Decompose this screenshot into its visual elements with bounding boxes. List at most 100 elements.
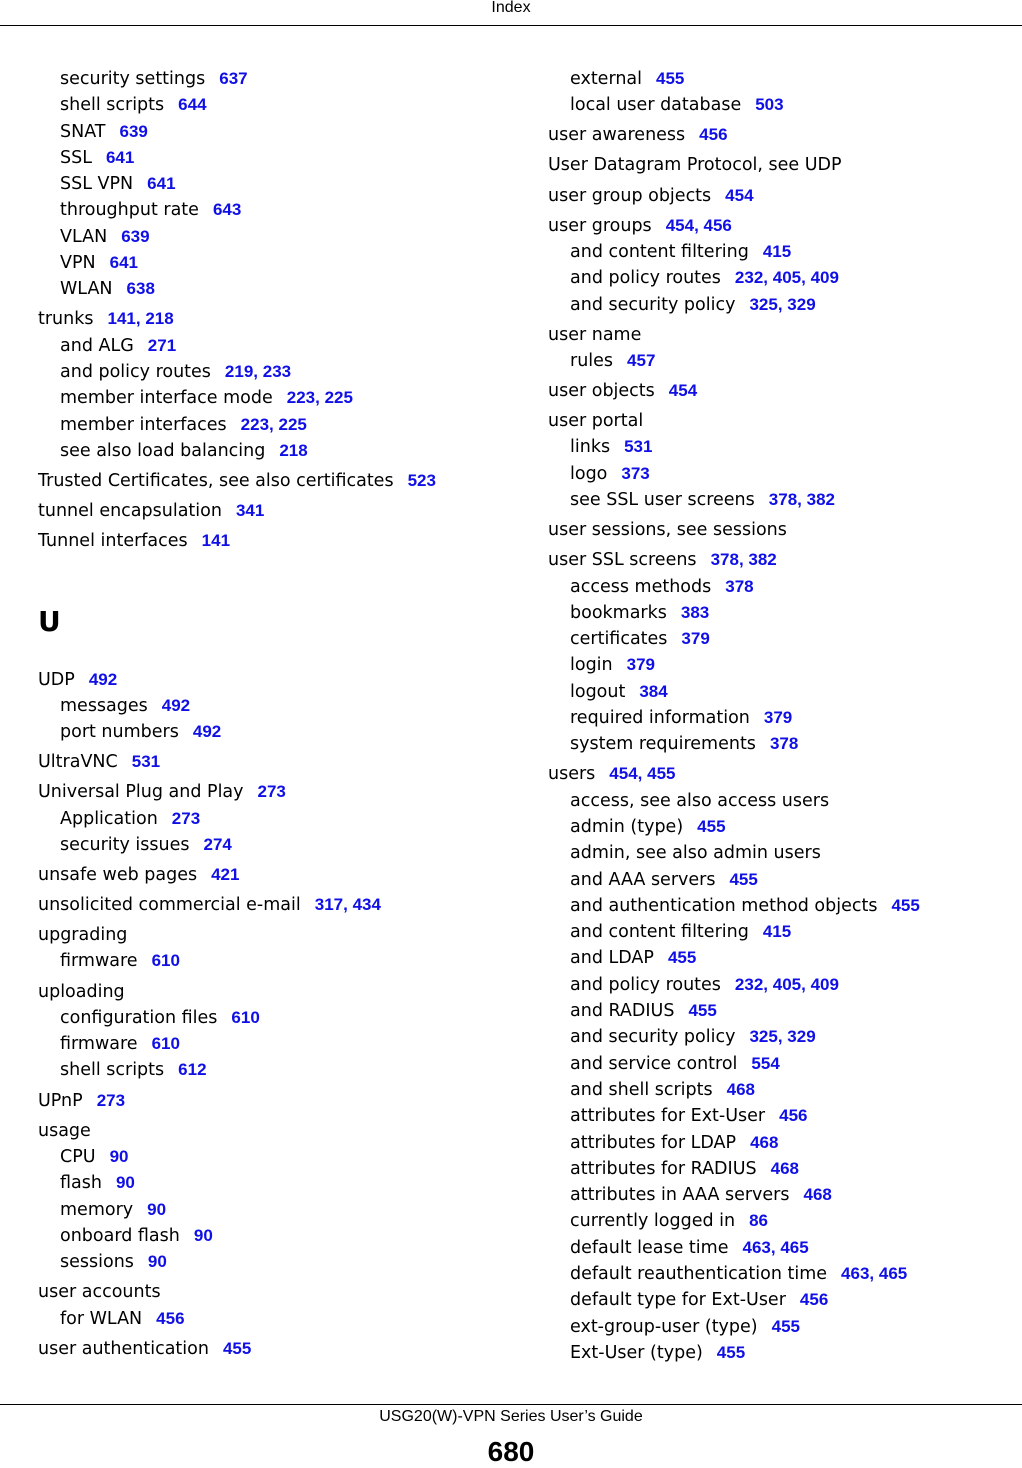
page-link[interactable]: 554 xyxy=(751,1054,779,1073)
page-link[interactable]: 317 xyxy=(315,895,343,914)
page-link[interactable]: 379 xyxy=(627,655,655,674)
page-link[interactable]: 457 xyxy=(627,351,655,370)
page-link[interactable]: 639 xyxy=(120,122,148,141)
page-link[interactable]: 329 xyxy=(787,295,815,314)
page-link[interactable]: 223 xyxy=(287,388,315,407)
page-link[interactable]: 455 xyxy=(729,870,757,889)
page-link[interactable]: 271 xyxy=(148,336,176,355)
page-link[interactable]: 378 xyxy=(725,577,753,596)
page-link[interactable]: 409 xyxy=(811,975,839,994)
page-link[interactable]: 378 xyxy=(711,550,739,569)
page-link[interactable]: 421 xyxy=(211,865,239,884)
page-link[interactable]: 612 xyxy=(178,1060,206,1079)
page-link[interactable]: 383 xyxy=(681,603,709,622)
page-link[interactable]: 468 xyxy=(804,1185,832,1204)
page-link[interactable]: 434 xyxy=(353,895,381,914)
page-link[interactable]: 531 xyxy=(624,437,652,456)
page-link[interactable]: 141 xyxy=(108,309,136,328)
page-link[interactable]: 641 xyxy=(110,253,138,272)
page-link[interactable]: 341 xyxy=(236,501,264,520)
page-link[interactable]: 463 xyxy=(841,1264,869,1283)
page-link[interactable]: 492 xyxy=(162,696,190,715)
page-link[interactable]: 468 xyxy=(727,1080,755,1099)
page-link[interactable]: 378 xyxy=(770,734,798,753)
page-link[interactable]: 455 xyxy=(223,1339,251,1358)
page-link[interactable]: 523 xyxy=(408,471,436,490)
page-link[interactable]: 455 xyxy=(656,69,684,88)
page-link[interactable]: 378 xyxy=(769,490,797,509)
page-link[interactable]: 384 xyxy=(639,682,667,701)
page-link[interactable]: 454 xyxy=(609,764,637,783)
page-link[interactable]: 405 xyxy=(773,975,801,994)
page-link[interactable]: 456 xyxy=(156,1309,184,1328)
page-link[interactable]: 454 xyxy=(669,381,697,400)
page-link[interactable]: 415 xyxy=(763,242,791,261)
index-term: required information xyxy=(570,708,750,728)
page-link[interactable]: 637 xyxy=(219,69,247,88)
page-link[interactable]: 274 xyxy=(204,835,232,854)
page-link[interactable]: 455 xyxy=(717,1343,745,1362)
page-link[interactable]: 492 xyxy=(193,722,221,741)
page-link[interactable]: 273 xyxy=(97,1091,125,1110)
page-link[interactable]: 455 xyxy=(668,948,696,967)
page-link[interactable]: 382 xyxy=(748,550,776,569)
page-link[interactable]: 455 xyxy=(688,1001,716,1020)
page-link[interactable]: 90 xyxy=(194,1226,213,1245)
page-link[interactable]: 409 xyxy=(811,268,839,287)
page-link[interactable]: 90 xyxy=(147,1200,166,1219)
page-link[interactable]: 325 xyxy=(749,1027,777,1046)
page-link[interactable]: 468 xyxy=(750,1133,778,1152)
page-link[interactable]: 465 xyxy=(780,1238,808,1257)
page-link[interactable]: 382 xyxy=(807,490,835,509)
page-link[interactable]: 455 xyxy=(772,1317,800,1336)
page-link[interactable]: 639 xyxy=(121,227,149,246)
page-link[interactable]: 638 xyxy=(127,279,155,298)
page-link[interactable]: 456 xyxy=(779,1106,807,1125)
page-link[interactable]: 641 xyxy=(106,148,134,167)
page-link[interactable]: 644 xyxy=(178,95,206,114)
page-link[interactable]: 456 xyxy=(699,125,727,144)
page-link[interactable]: 329 xyxy=(787,1027,815,1046)
page-link[interactable]: 86 xyxy=(749,1211,768,1230)
page-link[interactable]: 141 xyxy=(202,531,230,550)
page-link[interactable]: 503 xyxy=(755,95,783,114)
page-link[interactable]: 273 xyxy=(258,782,286,801)
page-link[interactable]: 218 xyxy=(279,441,307,460)
page-link[interactable]: 273 xyxy=(172,809,200,828)
page-link[interactable]: 233 xyxy=(263,362,291,381)
page-link[interactable]: 455 xyxy=(891,896,919,915)
page-link[interactable]: 232 xyxy=(735,268,763,287)
page-link[interactable]: 232 xyxy=(735,975,763,994)
page-link[interactable]: 379 xyxy=(764,708,792,727)
page-link[interactable]: 223 xyxy=(241,415,269,434)
page-link[interactable]: 531 xyxy=(132,752,160,771)
page-link[interactable]: 415 xyxy=(763,922,791,941)
page-link[interactable]: 456 xyxy=(704,216,732,235)
page-link[interactable]: 455 xyxy=(697,817,725,836)
page-link[interactable]: 455 xyxy=(647,764,675,783)
index-subentry: and content filtering 415 xyxy=(548,919,1018,945)
page-link[interactable]: 610 xyxy=(152,951,180,970)
page-link[interactable]: 405 xyxy=(773,268,801,287)
page-link[interactable]: 219 xyxy=(225,362,253,381)
page-link[interactable]: 610 xyxy=(152,1034,180,1053)
page-link[interactable]: 454 xyxy=(666,216,694,235)
page-link[interactable]: 373 xyxy=(621,464,649,483)
page-link[interactable]: 643 xyxy=(213,200,241,219)
page-link[interactable]: 456 xyxy=(800,1290,828,1309)
page-link[interactable]: 379 xyxy=(681,629,709,648)
page-link[interactable]: 225 xyxy=(279,415,307,434)
page-link[interactable]: 463 xyxy=(742,1238,770,1257)
page-link[interactable]: 90 xyxy=(110,1147,129,1166)
page-link[interactable]: 325 xyxy=(749,295,777,314)
page-link[interactable]: 218 xyxy=(145,309,173,328)
page-link[interactable]: 90 xyxy=(148,1252,167,1271)
page-link[interactable]: 641 xyxy=(147,174,175,193)
page-link[interactable]: 90 xyxy=(116,1173,135,1192)
page-link[interactable]: 225 xyxy=(325,388,353,407)
page-link[interactable]: 468 xyxy=(771,1159,799,1178)
page-link[interactable]: 465 xyxy=(879,1264,907,1283)
page-link[interactable]: 610 xyxy=(231,1008,259,1027)
page-link[interactable]: 492 xyxy=(89,670,117,689)
page-link[interactable]: 454 xyxy=(725,186,753,205)
